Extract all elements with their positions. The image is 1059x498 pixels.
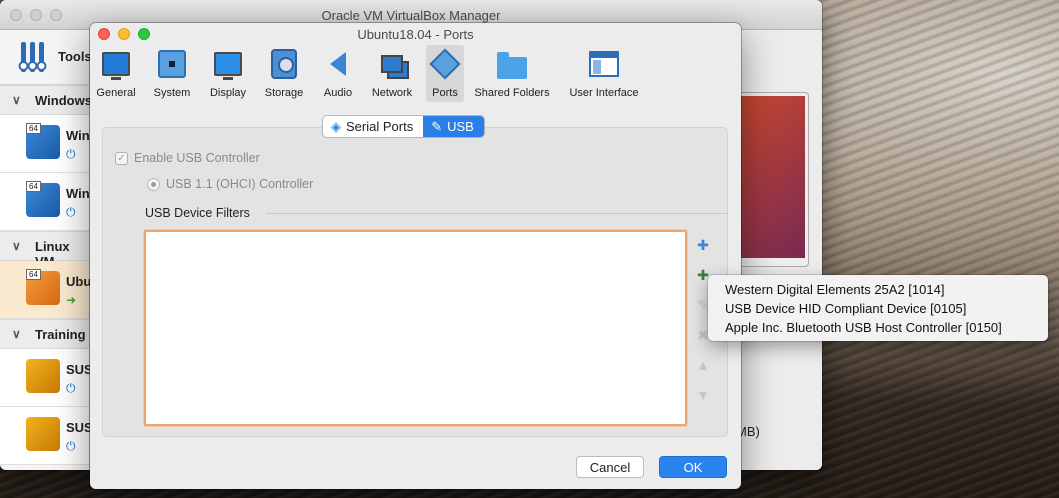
move-up-button[interactable]: ▲ — [694, 356, 712, 374]
vm-name: SUS — [66, 420, 93, 435]
network-icon — [377, 49, 407, 79]
toolbar-label: General — [96, 87, 136, 99]
checkmark-icon: ✓ — [115, 151, 128, 165]
usb-icon: ✎ — [431, 118, 443, 134]
toolbar-audio[interactable]: Audio — [318, 45, 358, 102]
checkbox-label: Enable USB Controller — [134, 151, 260, 165]
display-icon — [213, 49, 243, 80]
arch-badge: 64 — [26, 181, 41, 192]
group-header-windows[interactable]: ∨ Windows — [0, 85, 92, 115]
dialog-titlebar[interactable]: Ubuntu18.04 - Ports — [90, 23, 741, 45]
running-arrow-icon: ➜ — [66, 293, 77, 307]
chip-icon — [157, 49, 187, 79]
radio-dot-icon — [147, 177, 160, 191]
add-filter-icon: ✚ — [697, 236, 709, 253]
group-label: Windows — [35, 93, 92, 108]
storage-icon — [269, 49, 299, 79]
tab-serial-ports[interactable]: ◈ Serial Ports — [323, 116, 423, 137]
group-header-training[interactable]: ∨ Training — [0, 319, 89, 349]
ports-tab-bar: ◈ Serial Ports ✎ USB — [323, 116, 484, 137]
move-down-icon: ▼ — [696, 387, 710, 403]
move-up-icon: ▲ — [696, 357, 710, 373]
power-off-icon: ⏻ — [66, 147, 76, 161]
toolbar-user-interface[interactable]: User Interface — [560, 45, 648, 102]
settings-toolbar: General System Display Storage Audio Net… — [90, 45, 741, 102]
vm-name: Ubu — [66, 274, 92, 289]
add-empty-filter-button[interactable]: ✚ — [694, 236, 712, 254]
group-label: Training — [35, 327, 86, 342]
monitor-icon — [101, 49, 131, 80]
toolbar-system[interactable]: System — [138, 45, 206, 102]
ports-icon — [429, 48, 461, 80]
menu-item-usb-device[interactable]: USB Device HID Compliant Device [0105] — [708, 299, 1048, 318]
group-header-linux[interactable]: ∨Linux VM — [0, 231, 89, 269]
radio-label: USB 1.1 (OHCI) Controller — [166, 177, 314, 191]
toolbar-network[interactable]: Network — [358, 45, 426, 102]
usb-device-menu: Western Digital Elements 25A2 [1014] USB… — [708, 275, 1048, 341]
vm-name: SUS — [66, 362, 93, 377]
vm-item[interactable]: SUS ⏻ — [0, 407, 93, 465]
vm-list-sidebar: Tools ∨ Windows 64 Win ⏻ 64 Win ⏻ ∨Linux VM 6… — [0, 30, 93, 470]
usb-filters-list[interactable] — [144, 230, 687, 426]
tab-usb[interactable]: ✎ USB — [423, 116, 484, 137]
power-off-icon: ⏻ — [66, 205, 76, 219]
tools-label: Tools — [58, 49, 92, 64]
tab-label: Serial Ports — [346, 119, 414, 134]
vm-item[interactable]: SUS ⏻ — [0, 349, 93, 407]
cancel-button[interactable]: Cancel — [576, 456, 644, 478]
usb-filters-header: USB Device Filters — [145, 206, 250, 220]
menu-item-usb-device[interactable]: Apple Inc. Bluetooth USB Host Controller… — [708, 318, 1048, 337]
toolbar-storage[interactable]: Storage — [250, 45, 318, 102]
suse-icon — [26, 417, 60, 451]
user-interface-icon — [589, 49, 619, 79]
arch-badge: 64 — [26, 269, 41, 280]
toolbar-ports[interactable]: Ports — [426, 45, 464, 102]
serial-port-icon: ◈ — [331, 118, 341, 134]
audio-icon — [323, 49, 353, 79]
vm-item[interactable]: 64 Win ⏻ — [0, 115, 90, 173]
vm-item-selected[interactable]: 64 Ubu ➜ — [0, 261, 92, 319]
tools-item[interactable]: Tools — [0, 30, 92, 85]
chevron-down-icon: ∨ — [12, 327, 21, 341]
toolbar-shared-folders[interactable]: Shared Folders — [464, 45, 560, 102]
dialog-title: Ubuntu18.04 - Ports — [357, 27, 474, 42]
section-divider — [266, 213, 728, 214]
toolbar-display[interactable]: Display — [206, 45, 250, 102]
toolbar-label: System — [153, 87, 191, 99]
usb-1-1-radio[interactable]: USB 1.1 (OHCI) Controller — [147, 177, 313, 191]
vm-name: Win — [66, 186, 90, 201]
power-off-icon: ⏻ — [66, 381, 76, 395]
menu-item-usb-device[interactable]: Western Digital Elements 25A2 [1014] — [708, 280, 1048, 299]
settings-dialog: Ubuntu18.04 - Ports General System Displ… — [90, 23, 741, 489]
toolbar-label: Network — [371, 87, 413, 99]
chevron-down-icon: ∨ — [12, 93, 21, 107]
folder-icon — [497, 49, 527, 79]
tab-label: USB — [447, 119, 474, 134]
manager-title: Oracle VM VirtualBox Manager — [321, 8, 501, 23]
toolbar-general[interactable]: General — [94, 45, 138, 102]
power-off-icon: ⏻ — [66, 439, 76, 453]
toolbar-label: Audio — [323, 87, 353, 99]
vm-name: Win — [66, 128, 90, 143]
tools-icon — [18, 40, 52, 74]
move-down-button[interactable]: ▼ — [694, 386, 712, 404]
suse-icon — [26, 359, 60, 393]
toolbar-label: Display — [209, 87, 247, 99]
vm-item[interactable]: 64 Win ⏻ — [0, 173, 90, 231]
toolbar-label: Shared Folders — [474, 87, 550, 99]
toolbar-label: Ports — [432, 87, 458, 99]
enable-usb-checkbox[interactable]: ✓ Enable USB Controller — [115, 151, 260, 165]
toolbar-label: Storage — [264, 87, 304, 99]
chevron-down-icon: ∨ — [12, 239, 21, 253]
arch-badge: 64 — [26, 123, 41, 134]
ok-button[interactable]: OK — [659, 456, 727, 478]
toolbar-label: User Interface — [569, 87, 639, 99]
